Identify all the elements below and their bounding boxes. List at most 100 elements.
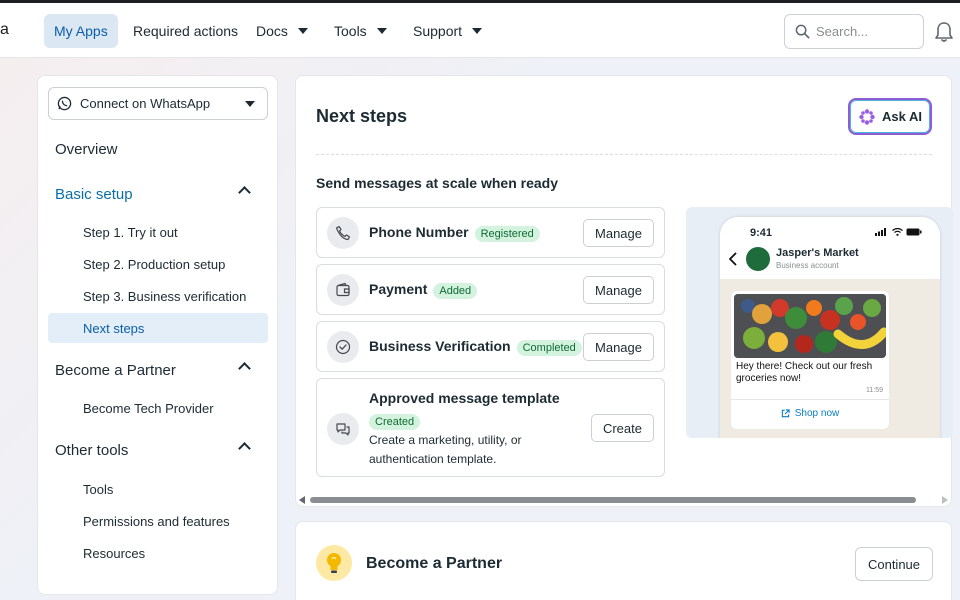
phone-mockup: 9:41 Jasper's Market Business account He… (720, 217, 940, 438)
manage-payment-button[interactable]: Manage (583, 276, 654, 304)
message-time: 11:59 (866, 387, 883, 394)
sidebar-item-step-1[interactable]: Step 1. Try it out (38, 217, 279, 247)
card-title-text: Payment (369, 281, 428, 297)
message-text: Hey there! Check out our fresh groceries… (736, 361, 873, 384)
card-title: Business Verification Completed (369, 338, 582, 356)
manage-business-verification-button[interactable]: Manage (583, 333, 654, 361)
whatsapp-preview: 9:41 Jasper's Market Business account He… (686, 207, 953, 438)
selector-label: Connect on WhatsApp (80, 96, 211, 111)
sidebar-item-label: Tools (83, 481, 114, 497)
wallet-icon (327, 274, 359, 306)
logo[interactable]: a (0, 21, 9, 39)
sidebar-section-basic-setup[interactable]: Basic setup (38, 179, 279, 209)
card-title-text: Business Verification (369, 338, 511, 354)
sidebar-item-label: Resources (83, 545, 146, 561)
nav-docs[interactable]: Docs (246, 14, 318, 48)
nav-label: Support (413, 23, 463, 39)
sidebar-section-label: Other tools (55, 441, 129, 459)
sidebar-item-label: Step 2. Production setup (83, 256, 226, 272)
lightbulb-icon (316, 545, 352, 581)
nav-label: Docs (256, 23, 288, 39)
card-title: Phone Number Registered (369, 224, 540, 242)
sidebar-item-label: Permissions and features (83, 513, 230, 529)
page-title: Next steps (316, 106, 408, 126)
sidebar-item-overview[interactable]: Overview (38, 134, 279, 164)
caret-down-icon (472, 28, 483, 34)
scroll-left-icon[interactable] (299, 496, 305, 504)
sidebar-item-label: Step 1. Try it out (83, 224, 178, 240)
check-circle-icon (327, 331, 359, 363)
ask-ai-button[interactable]: Ask AI (848, 98, 932, 135)
store-subtitle: Business account (776, 261, 839, 270)
battery-icon (906, 228, 922, 236)
nav-my-apps[interactable]: My Apps (44, 14, 118, 48)
store-avatar (746, 247, 770, 271)
sidebar-item-tools[interactable]: Tools (38, 474, 279, 504)
chevron-up-icon (238, 186, 251, 199)
ask-ai-label: Ask AI (882, 109, 922, 124)
scroll-right-icon[interactable] (942, 496, 948, 504)
chat-header: Jasper's Market Business account (720, 245, 940, 279)
divider (316, 154, 932, 155)
search-box[interactable] (784, 14, 924, 49)
card-description: Create a marketing, utility, or authenti… (369, 433, 522, 466)
chat-area: Hey there! Check out our fresh groceries… (720, 279, 940, 438)
signal-icon (875, 228, 886, 236)
card-title: Approved message template (369, 390, 560, 406)
card-title-text: Phone Number (369, 224, 469, 240)
status-badge: Created (369, 414, 421, 430)
external-link-icon (781, 409, 790, 418)
sidebar-section-other-tools[interactable]: Other tools (38, 435, 279, 465)
card-title: Payment Added (369, 281, 478, 299)
section-heading: Send messages at scale when ready (316, 175, 559, 191)
sidebar-item-label: Next steps (83, 320, 145, 336)
bell-icon[interactable] (934, 21, 954, 43)
nav-label: Required actions (133, 23, 239, 39)
store-name: Jasper's Market (776, 247, 859, 259)
nav-label: Tools (334, 23, 367, 39)
groceries-image (734, 294, 886, 358)
nav-tools[interactable]: Tools (324, 14, 397, 48)
chevron-up-icon (238, 442, 251, 455)
sidebar-section-label: Basic setup (55, 185, 133, 203)
whatsapp-icon (57, 96, 72, 111)
sidebar-item-label: Become Tech Provider (83, 400, 214, 416)
scrollbar-thumb[interactable] (310, 497, 916, 503)
message-template-card: Approved message template Created Create… (316, 378, 665, 477)
sidebar-section-become-partner[interactable]: Become a Partner (38, 355, 279, 385)
sidebar-item-step-2[interactable]: Step 2. Production setup (38, 249, 279, 279)
sidebar-item-next-steps[interactable]: Next steps (48, 313, 268, 343)
back-arrow-icon[interactable] (728, 252, 738, 266)
nav-support[interactable]: Support (403, 14, 492, 48)
whatsapp-product-selector[interactable]: Connect on WhatsApp (48, 87, 268, 120)
chevron-up-icon (238, 362, 251, 375)
sidebar: Connect on WhatsApp Overview Basic setup… (37, 75, 278, 595)
sidebar-item-become-tech-provider[interactable]: Become Tech Provider (38, 393, 279, 423)
phone-icon (327, 217, 359, 249)
phone-number-card: Phone Number Registered Manage (316, 207, 665, 258)
search-input[interactable] (816, 24, 916, 39)
sidebar-item-step-3[interactable]: Step 3. Business verification (38, 281, 279, 311)
chat-bubbles-icon (327, 413, 359, 445)
nav-required-actions[interactable]: Required actions (123, 14, 248, 48)
shop-now-label: Shop now (794, 408, 840, 419)
continue-button[interactable]: Continue (855, 547, 933, 581)
horizontal-scrollbar[interactable] (296, 494, 953, 506)
caret-down-icon (376, 28, 387, 34)
sidebar-item-resources[interactable]: Resources (38, 538, 279, 568)
nav-label: My Apps (54, 23, 108, 39)
sidebar-item-permissions[interactable]: Permissions and features (38, 506, 279, 536)
create-template-button[interactable]: Create (590, 414, 654, 442)
status-badge: Registered (474, 226, 540, 242)
wifi-icon (892, 228, 903, 236)
manage-phone-number-button[interactable]: Manage (583, 219, 654, 247)
sidebar-section-label: Become a Partner (55, 361, 176, 379)
top-navigation-bar: a My Apps Required actions Docs Tools Su… (0, 0, 960, 58)
phone-status-icons (875, 228, 922, 236)
search-icon (795, 24, 810, 39)
ai-sparkle-icon (859, 108, 875, 125)
shop-now-link[interactable]: Shop now (731, 399, 889, 427)
card-badge-row: Created (369, 412, 421, 430)
sidebar-item-label: Overview (55, 140, 118, 158)
next-steps-panel: Next steps Ask AI Send messages at scale… (295, 75, 953, 507)
